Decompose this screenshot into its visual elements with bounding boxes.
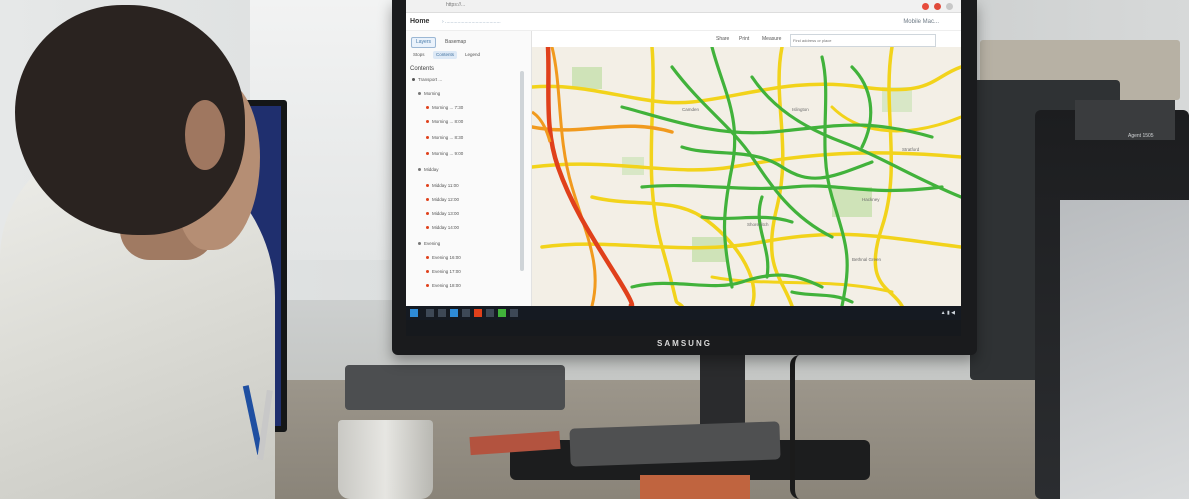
layer-item[interactable]: Morning ... 8:00: [426, 119, 463, 124]
layer-item[interactable]: Evening 16:00: [426, 255, 461, 260]
map-place-label: Hackney: [862, 197, 880, 202]
background-keyboard: [345, 365, 565, 410]
panel-heading: Contents: [410, 66, 435, 72]
home-link[interactable]: Home: [410, 18, 429, 25]
layer-item[interactable]: Midday 13:00: [426, 211, 459, 216]
layer-icon: [426, 120, 429, 124]
traffic-map[interactable]: Hackney Stratford Shoreditch Camden Isli…: [532, 47, 961, 306]
browser-address-bar: https://...: [406, 0, 961, 13]
pen: [257, 389, 273, 461]
road-segment: [540, 232, 961, 250]
expand-icon: [418, 92, 421, 96]
layer-group[interactable]: Midday: [418, 167, 439, 172]
layer-icon: [426, 152, 429, 156]
road-segment: [757, 195, 770, 279]
layer-group[interactable]: Evening: [418, 241, 440, 246]
road-segment: [630, 273, 824, 289]
app-title-right: Mobile Mac...: [903, 19, 939, 25]
browser-extension-icon[interactable]: [922, 3, 929, 10]
layer-icon: [426, 212, 429, 216]
panel-button-basemap[interactable]: Basemap: [440, 37, 471, 48]
road-segment: [873, 47, 904, 306]
monitor-brand: SAMSUNG: [657, 339, 712, 348]
taskbar-app-icon[interactable]: [474, 309, 482, 317]
photo-scene: Agent 1505 https://... Home › ..........…: [0, 0, 1189, 499]
cable: [790, 355, 815, 499]
panel-button-layers[interactable]: Layers: [411, 37, 437, 48]
printer-label: Agent 1505: [1128, 133, 1154, 139]
expand-icon: [418, 242, 421, 246]
screen-bezel-bottom: [406, 320, 961, 336]
layer-group[interactable]: Transport ...: [412, 77, 442, 82]
layer-icon: [426, 226, 429, 230]
layer-icon: [426, 198, 429, 202]
print-button[interactable]: Print: [739, 36, 749, 42]
taskbar-app-icon[interactable]: [438, 309, 446, 317]
layer-item[interactable]: Midday 14:00: [426, 225, 459, 230]
layer-icon: [426, 106, 429, 110]
expand-icon: [418, 168, 421, 172]
system-tray-icon[interactable]: ▲ ▮ ◀: [941, 310, 955, 316]
layer-group[interactable]: Morning: [418, 91, 440, 96]
layer-icon: [426, 270, 429, 274]
printer-panel: [1060, 200, 1189, 499]
pen-holder: [242, 385, 278, 465]
traffic-map-drawing: [532, 47, 961, 306]
layer-icon: [426, 136, 429, 140]
tab-stops[interactable]: Stops: [410, 51, 428, 59]
share-button[interactable]: Share: [716, 36, 729, 42]
layer-icon: [426, 184, 429, 188]
person-ear: [185, 100, 225, 170]
windows-taskbar: ▲ ▮ ◀: [406, 306, 961, 320]
monitor-screen: https://... Home › .....................…: [406, 0, 961, 336]
layers-panel: Layers Basemap Stops Contents Legend Con…: [406, 31, 532, 306]
layer-item[interactable]: Evening 17:00: [426, 269, 461, 274]
layer-icon: [426, 284, 429, 288]
app-header: Home › .................................…: [406, 13, 961, 31]
map-place-label: Bethnal Green: [852, 257, 882, 262]
start-button-icon[interactable]: [410, 309, 418, 317]
glass-mug: [338, 420, 433, 499]
layer-item[interactable]: Morning ... 8:30: [426, 135, 463, 140]
measure-button[interactable]: Measure: [762, 36, 781, 42]
search-input[interactable]: [790, 34, 936, 47]
layer-icon: [426, 256, 429, 260]
layer-item[interactable]: Morning ... 7:30: [426, 105, 463, 110]
printer-top: [1075, 100, 1175, 140]
road-segment: [820, 55, 849, 306]
tab-legend[interactable]: Legend: [462, 51, 483, 59]
url-text[interactable]: https://...: [446, 2, 465, 8]
calculator: [569, 421, 781, 467]
map-toolbar: Share Print Measure: [532, 31, 961, 47]
browser-extension-icon[interactable]: [934, 3, 941, 10]
map-place-label: Islington: [792, 107, 809, 112]
map-place-label: Stratford: [902, 147, 920, 152]
browser-menu-icon[interactable]: [946, 3, 953, 10]
road-segment: [649, 47, 684, 306]
breadcrumb[interactable]: › ......................................…: [442, 19, 501, 25]
map-place-label: Camden: [682, 107, 700, 112]
taskbar-app-icon[interactable]: [498, 309, 506, 317]
road-segment: [640, 183, 944, 193]
taskbar-app-icon[interactable]: [486, 309, 494, 317]
notebook: [640, 475, 750, 499]
road-segment: [680, 145, 874, 180]
taskbar-app-icon[interactable]: [450, 309, 458, 317]
monitor-stand: [700, 345, 745, 435]
main-monitor: https://... Home › .....................…: [392, 0, 977, 355]
taskbar-app-icon[interactable]: [510, 309, 518, 317]
taskbar-app-icon[interactable]: [462, 309, 470, 317]
tab-contents[interactable]: Contents: [433, 51, 458, 59]
taskbar-app-icon[interactable]: [426, 309, 434, 317]
map-place-label: Shoreditch: [747, 222, 769, 227]
layer-item[interactable]: Morning ... 9:00: [426, 151, 463, 156]
panel-scrollbar[interactable]: [520, 71, 524, 271]
expand-icon: [412, 78, 415, 82]
layer-item[interactable]: Midday 11:00: [426, 183, 459, 188]
park-area: [572, 67, 602, 89]
layer-item[interactable]: Evening 18:00: [426, 283, 461, 288]
road-segment: [850, 65, 873, 149]
layer-item[interactable]: Midday 12:00: [426, 197, 459, 202]
